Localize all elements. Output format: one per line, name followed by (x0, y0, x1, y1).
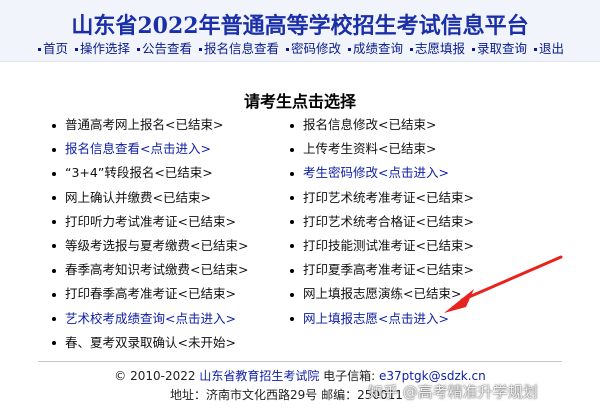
nav-bullet-icon (348, 48, 351, 51)
left-menu-item-label: 打印春季高考准考证<已结束> (65, 286, 236, 302)
nav-bullet-icon (472, 48, 475, 51)
right-menu-item-7: 网上填报志愿演练<已结束> (290, 282, 474, 306)
nav-bullet-icon (534, 48, 537, 51)
left-menu-list: 普通高考网上报名<已结束> 报名信息查看<点击进入> “3+4”转段报名<已结束> 网… (52, 113, 248, 355)
nav-operation-select[interactable]: 操作选择 (75, 38, 130, 57)
right-menu-list: 报名信息修改<已结束> 上传考生资料<已结束> 考生密码修改<点击进入> 打印艺术统考… (290, 113, 474, 331)
bullet-icon (52, 292, 56, 297)
nav-application-fill[interactable]: 志愿填报 (410, 38, 465, 57)
left-menu-item-label[interactable]: 报名信息查看<点击进入> (65, 141, 211, 156)
bullet-icon (290, 196, 294, 201)
right-menu-item-0: 报名信息修改<已结束> (290, 113, 474, 137)
left-menu-item-label: 春、夏考双录取确认<未开始> (65, 334, 236, 350)
right-menu-item-6: 打印夏季高考准考证<已结束> (290, 258, 474, 282)
right-menu-item-label[interactable]: 网上填报志愿<点击进入> (303, 311, 449, 326)
bullet-icon (52, 244, 56, 249)
bullet-icon (290, 268, 294, 273)
nav-bullet-icon (286, 48, 289, 51)
left-menu-item-8[interactable]: 艺术校考成绩查询<点击进入> (52, 307, 248, 331)
left-menu-item-9: 春、夏考双录取确认<未开始> (52, 331, 248, 355)
left-menu-item-label: “3+4”转段报名<已结束> (65, 165, 213, 181)
bullet-icon (52, 171, 56, 176)
bullet-icon (290, 123, 294, 128)
left-menu-item-label: 网上确认并缴费<已结束> (65, 189, 211, 205)
nav-bullet-icon (410, 48, 413, 51)
nav-password-change[interactable]: 密码修改 (286, 38, 341, 57)
left-menu-item-3: 网上确认并缴费<已结束> (52, 186, 248, 210)
right-menu-item-4: 打印艺术统考合格证<已结束> (290, 210, 474, 234)
selection-prompt: 请考生点击选择 (243, 92, 356, 111)
bullet-icon (290, 220, 294, 225)
bullet-icon (52, 123, 56, 128)
site-title: 山东省2022年普通高等学校招生考试信息平台 (71, 13, 529, 39)
right-menu-item-label: 上传考生资料<已结束> (303, 141, 437, 157)
right-menu-item-8[interactable]: 网上填报志愿<点击进入> (290, 307, 474, 331)
bullet-icon (52, 147, 56, 152)
arrow-shaft (460, 255, 563, 302)
right-menu-item-5: 打印技能测试准考证<已结束> (290, 234, 474, 258)
zhihu-watermark: 知乎 @高考精准升学规划 (368, 383, 538, 401)
left-menu-item-label: 普通高考网上报名<已结束> (65, 117, 224, 132)
right-menu-item-label: 网上填报志愿演练<已结束> (303, 286, 462, 302)
bullet-icon (290, 317, 294, 321)
header-banner: 山东省2022年普通高等学校招生考试信息平台 首页 操作选择 公告查看 报名信息… (0, 0, 600, 62)
bullet-icon (290, 171, 294, 176)
nav-admission-query[interactable]: 录取查询 (472, 38, 527, 57)
left-menu-item-label[interactable]: 艺术校考成绩查询<点击进入> (65, 311, 236, 326)
left-menu-item-0: 普通高考网上报名<已结束> (52, 113, 248, 137)
nav-registration-info[interactable]: 报名信息查看 (199, 38, 279, 57)
bullet-icon (290, 292, 294, 297)
right-menu-item-2[interactable]: 考生密码修改<点击进入> (290, 161, 474, 185)
nav-bullet-icon (38, 48, 41, 51)
right-menu-item-label[interactable]: 考生密码修改<点击进入> (303, 165, 449, 180)
right-menu-item-3: 打印艺术统考准考证<已结束> (290, 186, 474, 210)
right-menu-item-label: 打印技能测试准考证<已结束> (303, 237, 474, 253)
left-menu-item-7: 打印春季高考准考证<已结束> (52, 282, 248, 306)
left-menu-item-2: “3+4”转段报名<已结束> (52, 161, 248, 185)
left-menu-item-4: 打印听力考试准考证<已结束> (52, 210, 248, 234)
right-menu-item-label: 报名信息修改<已结束> (303, 117, 437, 132)
bullet-icon (290, 147, 294, 152)
right-menu-item-1: 上传考生资料<已结束> (290, 137, 474, 161)
nav-bullet-icon (199, 48, 202, 51)
nav-bullet-icon (75, 48, 78, 51)
left-menu-item-5: 等级考选报与夏考缴费<已结束> (52, 234, 248, 258)
nav-bullet-icon (137, 48, 140, 51)
main-nav: 首页 操作选择 公告查看 报名信息查看 密码修改 成绩查询 志愿填报 录取查询 … (38, 38, 578, 57)
nav-announcements[interactable]: 公告查看 (137, 38, 192, 57)
right-menu-item-label: 打印艺术统考准考证<已结束> (303, 189, 474, 205)
nav-home[interactable]: 首页 (38, 38, 68, 57)
nav-logout[interactable]: 退出 (534, 38, 564, 57)
bullet-icon (52, 341, 56, 346)
footer-divider (38, 361, 562, 362)
right-menu-item-label: 打印艺术统考合格证<已结束> (303, 213, 474, 229)
left-menu-item-6: 春季高考知识考试缴费<已结束> (52, 258, 248, 282)
org-link[interactable]: 山东省教育招生考试院 (199, 369, 319, 383)
bullet-icon (290, 244, 294, 249)
bullet-icon (52, 268, 56, 273)
bullet-icon (52, 220, 56, 225)
nav-score-query[interactable]: 成绩查询 (348, 38, 403, 57)
left-menu-item-label: 春季高考知识考试缴费<已结束> (65, 262, 249, 278)
right-menu-item-label: 打印夏季高考准考证<已结束> (303, 262, 474, 278)
left-menu-item-1[interactable]: 报名信息查看<点击进入> (52, 137, 248, 161)
left-menu-item-label: 打印听力考试准考证<已结束> (65, 213, 236, 229)
left-menu-item-label: 等级考选报与夏考缴费<已结束> (65, 237, 249, 253)
bullet-icon (52, 196, 56, 201)
bullet-icon (52, 317, 56, 321)
